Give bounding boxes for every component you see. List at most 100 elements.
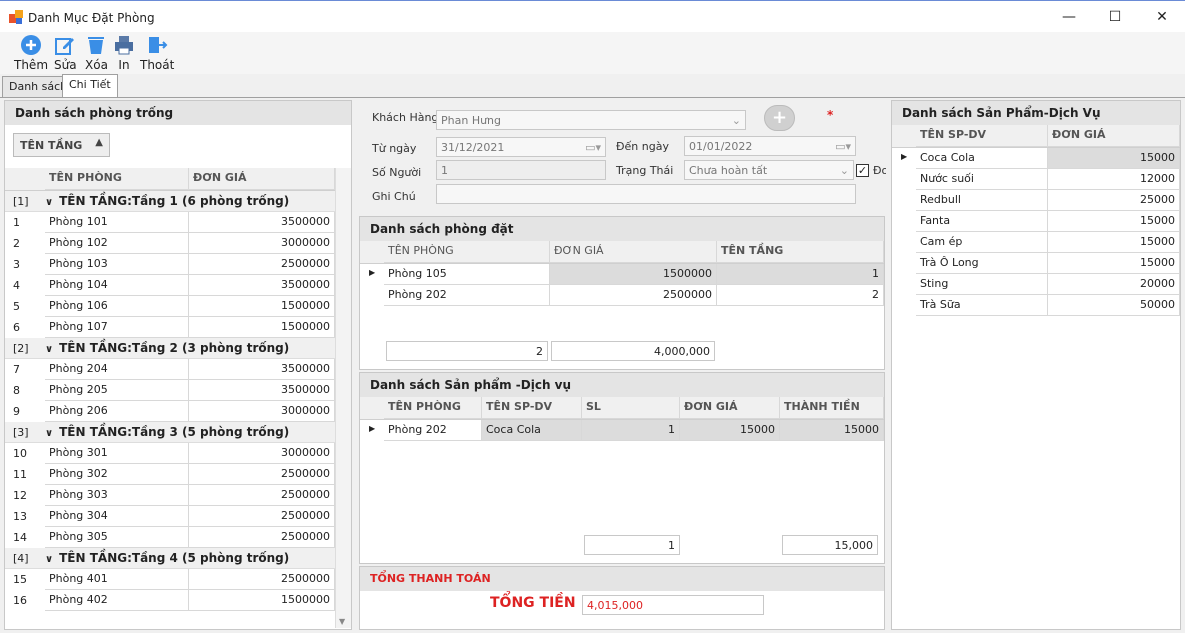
col-booked-room[interactable]: TÊN PHÒNG <box>384 241 550 263</box>
checkbox-label: Đơ <box>873 164 886 177</box>
table-row[interactable]: Trà Ô Long 15000 <box>892 253 1180 274</box>
table-row[interactable]: 14 Phòng 305 2500000 <box>5 527 335 548</box>
table-row[interactable]: 8 Phòng 205 3500000 <box>5 380 335 401</box>
group-row[interactable]: [4] ∨ TÊN TẦNG:Tầng 4 (5 phòng trống) <box>5 548 335 569</box>
product-price-cell: 15000 <box>1048 232 1180 253</box>
room-price-cell: 2500000 <box>189 254 335 275</box>
table-row[interactable]: 11 Phòng 302 2500000 <box>5 464 335 485</box>
exit-button[interactable]: Thoát <box>140 34 174 72</box>
rooms-scrollbar[interactable]: ▼ <box>335 168 351 628</box>
room-name-cell: Phòng 301 <box>45 443 189 464</box>
delete-button[interactable]: Xóa <box>85 34 108 72</box>
col-service-room[interactable]: TÊN PHÒNG <box>384 397 482 419</box>
table-row[interactable]: 2 Phòng 102 3000000 <box>5 233 335 254</box>
table-row[interactable]: Trà Sữa 50000 <box>892 295 1180 316</box>
edit-button[interactable]: Sửa <box>54 34 77 72</box>
app-icon <box>9 10 23 24</box>
table-row[interactable]: ▶ Phòng 105 1500000 1 <box>360 264 884 285</box>
exit-label: Thoát <box>140 58 175 72</box>
group-row[interactable]: [1] ∨ TÊN TẦNG:Tầng 1 (6 phòng trống) <box>5 191 335 212</box>
chevron-down-icon[interactable]: ∨ <box>45 423 53 444</box>
products-title: Danh sách Sản Phẩm-Dịch Vụ <box>892 101 1180 125</box>
col-service-price[interactable]: ĐƠN GIÁ <box>680 397 780 419</box>
table-row[interactable]: 6 Phòng 107 1500000 <box>5 317 335 338</box>
chevron-down-icon[interactable]: ∨ <box>45 192 53 213</box>
to-date-input[interactable]: 01/01/2022 ▭▾ <box>684 136 856 156</box>
row-number: 9 <box>13 405 20 418</box>
note-input[interactable] <box>436 184 856 204</box>
product-price-cell: 20000 <box>1048 274 1180 295</box>
table-row[interactable]: Phòng 202 2500000 2 <box>360 285 884 306</box>
group-label: ∨ TÊN TẦNG:Tầng 4 (5 phòng trống) <box>45 548 289 570</box>
room-price-cell: 3500000 <box>189 275 335 296</box>
row-number: 4 <box>13 279 20 292</box>
table-row[interactable]: ▶ Coca Cola 15000 <box>892 148 1180 169</box>
col-price[interactable]: ĐƠN GIÁ <box>189 168 335 190</box>
room-name-cell: Phòng 205 <box>45 380 189 401</box>
table-row[interactable]: 10 Phòng 301 3000000 <box>5 443 335 464</box>
row-number: 11 <box>13 468 27 481</box>
close-button[interactable]: ✕ <box>1139 1 1185 33</box>
table-row[interactable]: ▶ Phòng 202 Coca Cola 1 15000 15000 <box>360 420 884 441</box>
products-panel: Danh sách Sản Phẩm-Dịch Vụ TÊN SP-DV ĐƠN… <box>891 100 1181 630</box>
col-booked-floor[interactable]: TÊN TẦNG <box>717 241 884 263</box>
table-row[interactable]: Nước suối 12000 <box>892 169 1180 190</box>
room-name-cell: Phòng 102 <box>45 233 189 254</box>
table-row[interactable]: 5 Phòng 106 1500000 <box>5 296 335 317</box>
people-label: Số Người <box>372 166 422 179</box>
product-name-cell: Sting <box>916 274 1048 295</box>
booked-services-title: Danh sách Sản phẩm -Dịch vụ <box>360 373 884 397</box>
table-row[interactable]: 13 Phòng 304 2500000 <box>5 506 335 527</box>
table-row[interactable]: Cam ép 15000 <box>892 232 1180 253</box>
calendar-icon[interactable]: ▭▾ <box>835 139 851 154</box>
table-row[interactable]: 1 Phòng 101 3500000 <box>5 212 335 233</box>
group-row[interactable]: [3] ∨ TÊN TẦNG:Tầng 3 (5 phòng trống) <box>5 422 335 443</box>
status-checkbox[interactable]: ✓ <box>856 164 869 177</box>
customer-select[interactable]: Phan Hưng ⌄ <box>436 110 746 130</box>
tab-detail[interactable]: Chi Tiết <box>62 74 118 97</box>
group-row[interactable]: [2] ∨ TÊN TẦNG:Tầng 2 (3 phòng trống) <box>5 338 335 359</box>
maximize-button[interactable]: ☐ <box>1092 1 1138 33</box>
col-service-qty[interactable]: SL <box>582 397 680 419</box>
row-number: 6 <box>13 321 20 334</box>
status-select[interactable]: Chưa hoàn tất ⌄ <box>684 160 854 180</box>
table-row[interactable]: 15 Phòng 401 2500000 <box>5 569 335 590</box>
table-row[interactable]: Redbull 25000 <box>892 190 1180 211</box>
calendar-icon[interactable]: ▭▾ <box>585 140 601 155</box>
print-button[interactable]: In <box>113 34 135 72</box>
table-row[interactable]: Fanta 15000 <box>892 211 1180 232</box>
people-input[interactable]: 1 <box>436 160 606 180</box>
col-product-price[interactable]: ĐƠN GIÁ <box>1048 125 1180 147</box>
col-room-name[interactable]: TÊN PHÒNG <box>45 168 189 190</box>
total-label: TỔNG TIỀN <box>490 595 576 611</box>
table-row[interactable]: Sting 20000 <box>892 274 1180 295</box>
products-grid-header: TÊN SP-DV ĐƠN GIÁ <box>892 125 1180 148</box>
add-button[interactable]: Thêm <box>14 34 48 72</box>
table-row[interactable]: 7 Phòng 204 3500000 <box>5 359 335 380</box>
table-row[interactable]: 16 Phòng 402 1500000 <box>5 590 335 611</box>
col-service-amount[interactable]: THÀNH TIỀN <box>780 397 884 419</box>
table-row[interactable]: 4 Phòng 104 3500000 <box>5 275 335 296</box>
group-index: [2] <box>13 342 29 355</box>
from-date-input[interactable]: 31/12/2021 ▭▾ <box>436 137 606 157</box>
group-by-chip[interactable]: TÊN TẦNG ▲ <box>13 133 110 157</box>
table-row[interactable]: 3 Phòng 103 2500000 <box>5 254 335 275</box>
booked-rooms-title: Danh sách phòng đặt <box>360 217 884 241</box>
col-product-name[interactable]: TÊN SP-DV <box>916 125 1048 147</box>
scroll-down-icon[interactable]: ▼ <box>339 617 345 626</box>
col-booked-price[interactable]: ĐƠN GIÁ <box>550 241 717 263</box>
table-row[interactable]: 12 Phòng 303 2500000 <box>5 485 335 506</box>
edit-icon <box>55 38 75 55</box>
booked-floor-cell: 1 <box>717 264 884 285</box>
minimize-button[interactable]: — <box>1046 1 1092 33</box>
room-name-cell: Phòng 401 <box>45 569 189 590</box>
room-price-cell: 2500000 <box>189 527 335 548</box>
table-row[interactable]: 9 Phòng 206 3000000 <box>5 401 335 422</box>
product-price-cell: 15000 <box>1048 148 1180 169</box>
product-price-cell: 50000 <box>1048 295 1180 316</box>
chevron-down-icon[interactable]: ∨ <box>45 339 53 360</box>
chevron-down-icon[interactable]: ∨ <box>45 549 53 570</box>
col-service-name[interactable]: TÊN SP-DV <box>482 397 582 419</box>
add-customer-button[interactable]: + <box>764 105 795 131</box>
toolbar: Thêm Sửa Xóa In Thoát <box>0 32 1185 74</box>
